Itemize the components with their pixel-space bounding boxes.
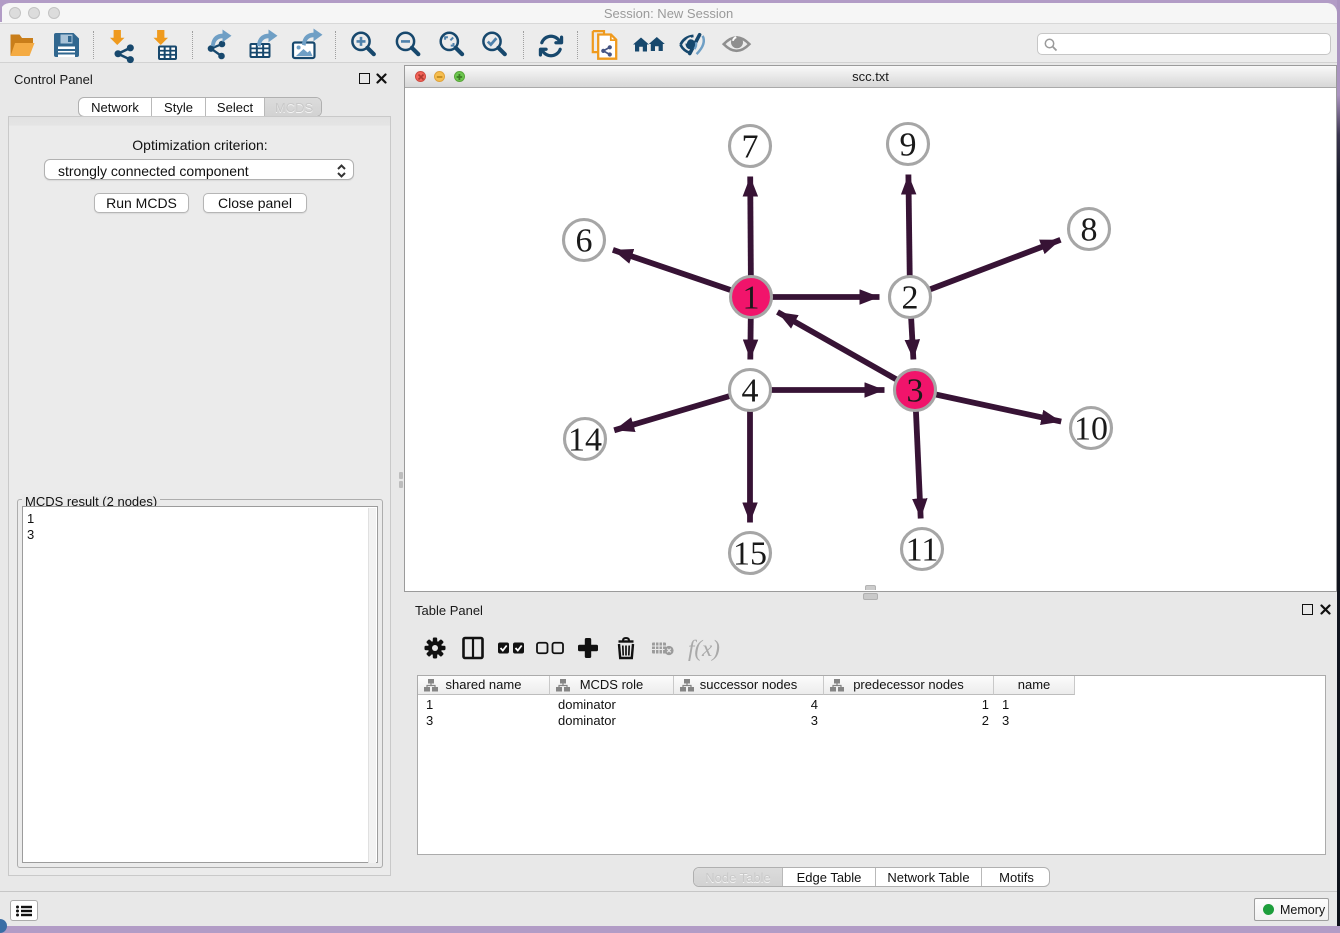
- svg-text:11: 11: [906, 532, 939, 569]
- svg-text:1: 1: [743, 280, 760, 317]
- svg-text:3: 3: [907, 373, 924, 410]
- svg-text:8: 8: [1081, 212, 1098, 249]
- svg-text:4: 4: [742, 373, 759, 410]
- svg-text:6: 6: [576, 223, 593, 260]
- svg-text:9: 9: [900, 127, 917, 164]
- svg-text:2: 2: [902, 280, 919, 317]
- svg-text:15: 15: [733, 536, 767, 573]
- svg-text:14: 14: [568, 422, 602, 459]
- svg-text:7: 7: [742, 129, 759, 166]
- svg-text:f(x): f(x): [688, 636, 720, 661]
- svg-text:10: 10: [1074, 411, 1108, 448]
